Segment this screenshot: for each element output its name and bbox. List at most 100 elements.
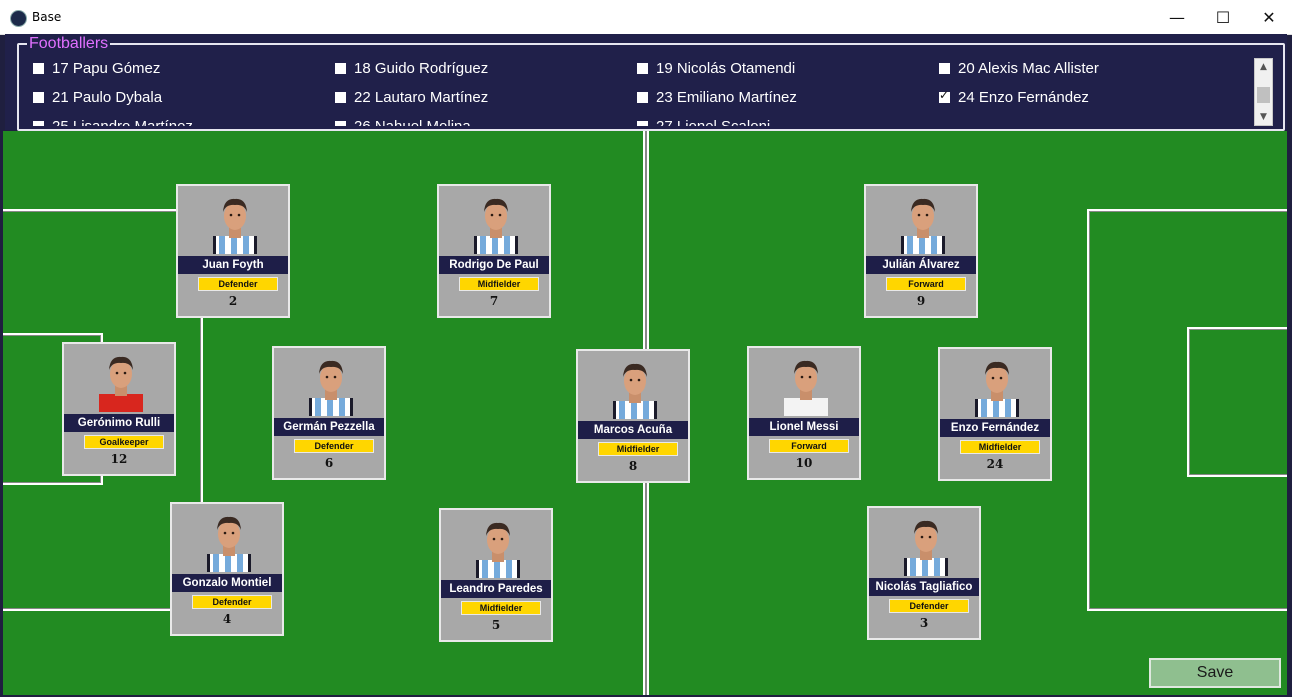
player-card[interactable]: Germán Pezzella Defender 6 [272, 346, 386, 480]
player-photo-icon [474, 198, 518, 254]
player-card[interactable]: Rodrigo De Paul Midfielder 7 [437, 184, 551, 318]
footballer-checkbox[interactable]: 23 Emiliano Martínez [637, 87, 797, 107]
checkbox-icon[interactable] [33, 120, 44, 126]
player-number: 4 [222, 612, 232, 626]
player-number: 9 [916, 294, 926, 308]
scroll-thumb[interactable] [1257, 87, 1270, 103]
checkbox-icon[interactable] [637, 120, 648, 126]
minimize-button[interactable]: — [1154, 0, 1200, 34]
player-position-badge: Forward [886, 277, 966, 291]
player-name: Juan Foyth [178, 256, 288, 274]
player-card[interactable]: Lionel Messi Forward 10 [747, 346, 861, 480]
player-name: Nicolás Tagliafico [869, 578, 979, 596]
player-position-badge: Midfielder [459, 277, 539, 291]
footballer-checkbox[interactable]: 21 Paulo Dybala [33, 87, 162, 107]
player-photo-icon [99, 356, 143, 412]
checkbox-checked-icon[interactable] [939, 88, 950, 103]
player-position-badge: Midfielder [960, 440, 1040, 454]
footballer-label: 23 Emiliano Martínez [656, 88, 797, 106]
footballers-group: Footballers 17 Papu Gómez 18 Guido Rodrí… [5, 34, 1287, 131]
checkbox-icon[interactable] [33, 91, 44, 103]
footballer-label: 17 Papu Gómez [52, 59, 161, 77]
footballer-label: 24 Enzo Fernández [958, 88, 1089, 106]
scroll-up-arrow-icon[interactable]: ▲ [1255, 59, 1272, 75]
player-number: 24 [986, 457, 1004, 471]
footballer-checkbox[interactable]: 20 Alexis Mac Allister [939, 58, 1099, 78]
player-name: Germán Pezzella [274, 418, 384, 436]
checkbox-icon[interactable] [637, 62, 648, 74]
title-bar: Base — ☐ ✕ [0, 0, 1292, 35]
player-photo-icon [784, 360, 828, 416]
player-photo-icon [904, 520, 948, 576]
footballer-checkbox[interactable]: 18 Guido Rodríguez [335, 58, 488, 78]
player-position-badge: Midfielder [598, 442, 678, 456]
player-number: 12 [110, 452, 128, 466]
footballers-checklist[interactable]: 17 Papu Gómez 18 Guido Rodríguez 19 Nico… [27, 58, 1255, 126]
footballer-label: 26 Nahuel Molina [354, 117, 471, 127]
player-number: 8 [628, 459, 638, 473]
save-button[interactable]: Save [1149, 658, 1281, 688]
player-name: Rodrigo De Paul [439, 256, 549, 274]
player-card[interactable]: Leandro Paredes Midfielder 5 [439, 508, 553, 642]
player-name: Gerónimo Rulli [64, 414, 174, 432]
player-photo-icon [476, 522, 520, 578]
player-position-badge: Defender [198, 277, 278, 291]
player-card[interactable]: Marcos Acuña Midfielder 8 [576, 349, 690, 483]
player-number: 3 [919, 616, 929, 630]
footballer-checkbox[interactable]: 17 Papu Gómez [33, 58, 160, 78]
right-goal-box [1187, 327, 1287, 477]
player-card[interactable]: Nicolás Tagliafico Defender 3 [867, 506, 981, 640]
player-photo-icon [309, 360, 353, 416]
scroll-down-arrow-icon[interactable]: ▼ [1255, 109, 1272, 125]
footballer-label: 27 Lionel Scaloni [656, 117, 771, 127]
player-name: Julián Álvarez [866, 256, 976, 274]
player-card[interactable]: Gerónimo Rulli Goalkeeper 12 [62, 342, 176, 476]
maximize-button[interactable]: ☐ [1200, 0, 1246, 34]
footballer-checkbox[interactable]: 25 Lisandro Martínez [33, 116, 193, 126]
checkbox-icon[interactable] [637, 91, 648, 103]
footballer-label: 22 Lautaro Martínez [354, 88, 489, 106]
checkbox-icon[interactable] [335, 120, 346, 126]
footballers-legend: Footballers [27, 35, 111, 53]
player-photo-icon [213, 198, 257, 254]
footballer-checkbox[interactable]: 27 Lionel Scaloni [637, 116, 770, 126]
player-card[interactable]: Julián Álvarez Forward 9 [864, 184, 978, 318]
player-number: 5 [491, 618, 501, 632]
footballer-checkbox[interactable]: 22 Lautaro Martínez [335, 87, 488, 107]
window-title: Base [32, 10, 62, 24]
player-card[interactable]: Juan Foyth Defender 2 [176, 184, 290, 318]
checkbox-icon[interactable] [335, 62, 346, 74]
checklist-scrollbar[interactable]: ▲ ▼ [1254, 58, 1273, 126]
player-photo-icon [207, 516, 251, 572]
player-name: Enzo Fernández [940, 419, 1050, 437]
footballer-label: 19 Nicolás Otamendi [656, 59, 796, 77]
footballer-label: 21 Paulo Dybala [52, 88, 163, 106]
player-name: Leandro Paredes [441, 580, 551, 598]
player-number: 6 [324, 456, 334, 470]
player-position-badge: Forward [769, 439, 849, 453]
player-position-badge: Defender [192, 595, 272, 609]
player-card[interactable]: Gonzalo Montiel Defender 4 [170, 502, 284, 636]
player-position-badge: Defender [889, 599, 969, 613]
footballer-checkbox[interactable]: 26 Nahuel Molina [335, 116, 471, 126]
player-position-badge: Defender [294, 439, 374, 453]
player-photo-icon [975, 361, 1019, 417]
checkbox-icon[interactable] [33, 62, 44, 74]
player-name: Gonzalo Montiel [172, 574, 282, 592]
checkbox-icon[interactable] [335, 91, 346, 103]
player-position-badge: Midfielder [461, 601, 541, 615]
player-number: 10 [795, 456, 813, 470]
player-number: 7 [489, 294, 499, 308]
player-name: Marcos Acuña [578, 421, 688, 439]
footballer-checkbox[interactable]: 24 Enzo Fernández [939, 87, 1089, 107]
player-position-badge: Goalkeeper [84, 435, 164, 449]
footballer-checkbox[interactable]: 19 Nicolás Otamendi [637, 58, 795, 78]
player-card[interactable]: Enzo Fernández Midfielder 24 [938, 347, 1052, 481]
checkbox-icon[interactable] [939, 62, 950, 74]
close-button[interactable]: ✕ [1246, 0, 1292, 34]
soccer-ball-icon [10, 10, 27, 27]
footballer-label: 20 Alexis Mac Allister [958, 59, 1099, 77]
player-photo-icon [901, 198, 945, 254]
player-name: Lionel Messi [749, 418, 859, 436]
footballer-label: 18 Guido Rodríguez [354, 59, 489, 77]
